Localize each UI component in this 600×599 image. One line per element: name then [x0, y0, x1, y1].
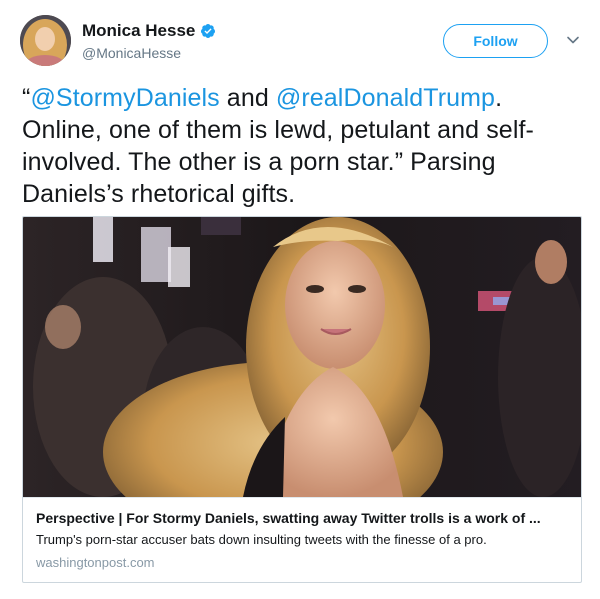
user-name-row: Monica Hesse	[82, 21, 216, 41]
tweet: Monica Hesse @MonicaHesse Follow “@Storm…	[0, 0, 600, 599]
card-description: Trump's porn-star accuser bats down insu…	[36, 532, 487, 547]
display-name[interactable]: Monica Hesse	[82, 21, 195, 41]
mention-real-donald-trump[interactable]: @realDonaldTrump	[276, 84, 495, 112]
card-domain: washingtonpost.com	[36, 555, 155, 570]
tweet-text-connector: and	[219, 84, 276, 112]
card-title[interactable]: Perspective | For Stormy Daniels, swatti…	[36, 509, 569, 527]
avatar[interactable]	[20, 15, 71, 66]
verified-badge-icon	[200, 23, 216, 39]
link-card[interactable]: Perspective | For Stormy Daniels, swatti…	[22, 216, 582, 583]
card-body: Perspective | For Stormy Daniels, swatti…	[23, 497, 581, 582]
user-handle[interactable]: @MonicaHesse	[82, 45, 181, 61]
chevron-down-icon[interactable]	[565, 32, 581, 48]
tweet-text: “@StormyDaniels and @realDonaldTrump. On…	[22, 82, 582, 210]
mention-stormy-daniels[interactable]: @StormyDaniels	[30, 84, 219, 112]
card-image[interactable]	[23, 217, 581, 497]
follow-button[interactable]: Follow	[443, 24, 548, 58]
